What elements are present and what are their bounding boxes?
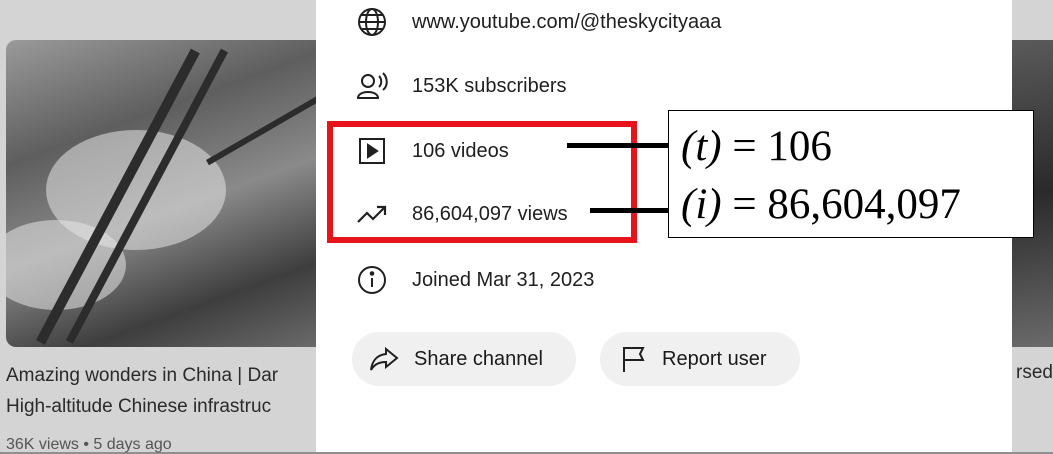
about-row-joined: Joined Mar 31, 2023 bbox=[354, 260, 594, 300]
channel-link[interactable]: www.youtube.com/@theskycityaaa bbox=[412, 11, 721, 34]
arrow-to-formula-t bbox=[567, 135, 685, 155]
about-row-subscribers: 153K subscribers bbox=[354, 66, 567, 106]
flag-icon bbox=[620, 344, 650, 374]
video-meta: 36K views • 5 days ago bbox=[6, 436, 172, 453]
thumbnail-bridge bbox=[206, 90, 316, 166]
subscribers-icon bbox=[354, 68, 390, 104]
report-user-button[interactable]: Report user bbox=[600, 332, 800, 386]
joined-date: Joined Mar 31, 2023 bbox=[412, 268, 595, 291]
formula-videos: (t) = 106 bbox=[681, 122, 832, 171]
formula-variable-i: (i) bbox=[681, 181, 722, 228]
video-title-line-1[interactable]: Amazing wonders in China | Dar bbox=[6, 365, 316, 387]
video-title-right[interactable]: rsed bbox=[1012, 362, 1053, 384]
formula-variable-t: (t) bbox=[681, 123, 722, 170]
arrow-to-formula-i bbox=[590, 200, 686, 220]
globe-icon bbox=[354, 4, 390, 40]
share-icon bbox=[368, 345, 402, 373]
stats-highlight-box bbox=[327, 121, 637, 243]
share-channel-button[interactable]: Share channel bbox=[352, 332, 576, 386]
video-thumbnail[interactable] bbox=[6, 40, 316, 347]
formula-value-t: = 106 bbox=[721, 123, 832, 170]
subscriber-count: 153K subscribers bbox=[412, 74, 567, 97]
share-channel-label: Share channel bbox=[414, 347, 543, 370]
about-row-website: www.youtube.com/@theskycityaaa bbox=[354, 2, 721, 42]
video-title-line-2[interactable]: High-altitude Chinese infrastruc bbox=[6, 396, 316, 418]
formula-value-i: = 86,604,097 bbox=[721, 181, 961, 228]
report-user-label: Report user bbox=[662, 347, 767, 370]
formula-views: (i) = 86,604,097 bbox=[681, 180, 961, 229]
info-icon bbox=[354, 262, 390, 298]
